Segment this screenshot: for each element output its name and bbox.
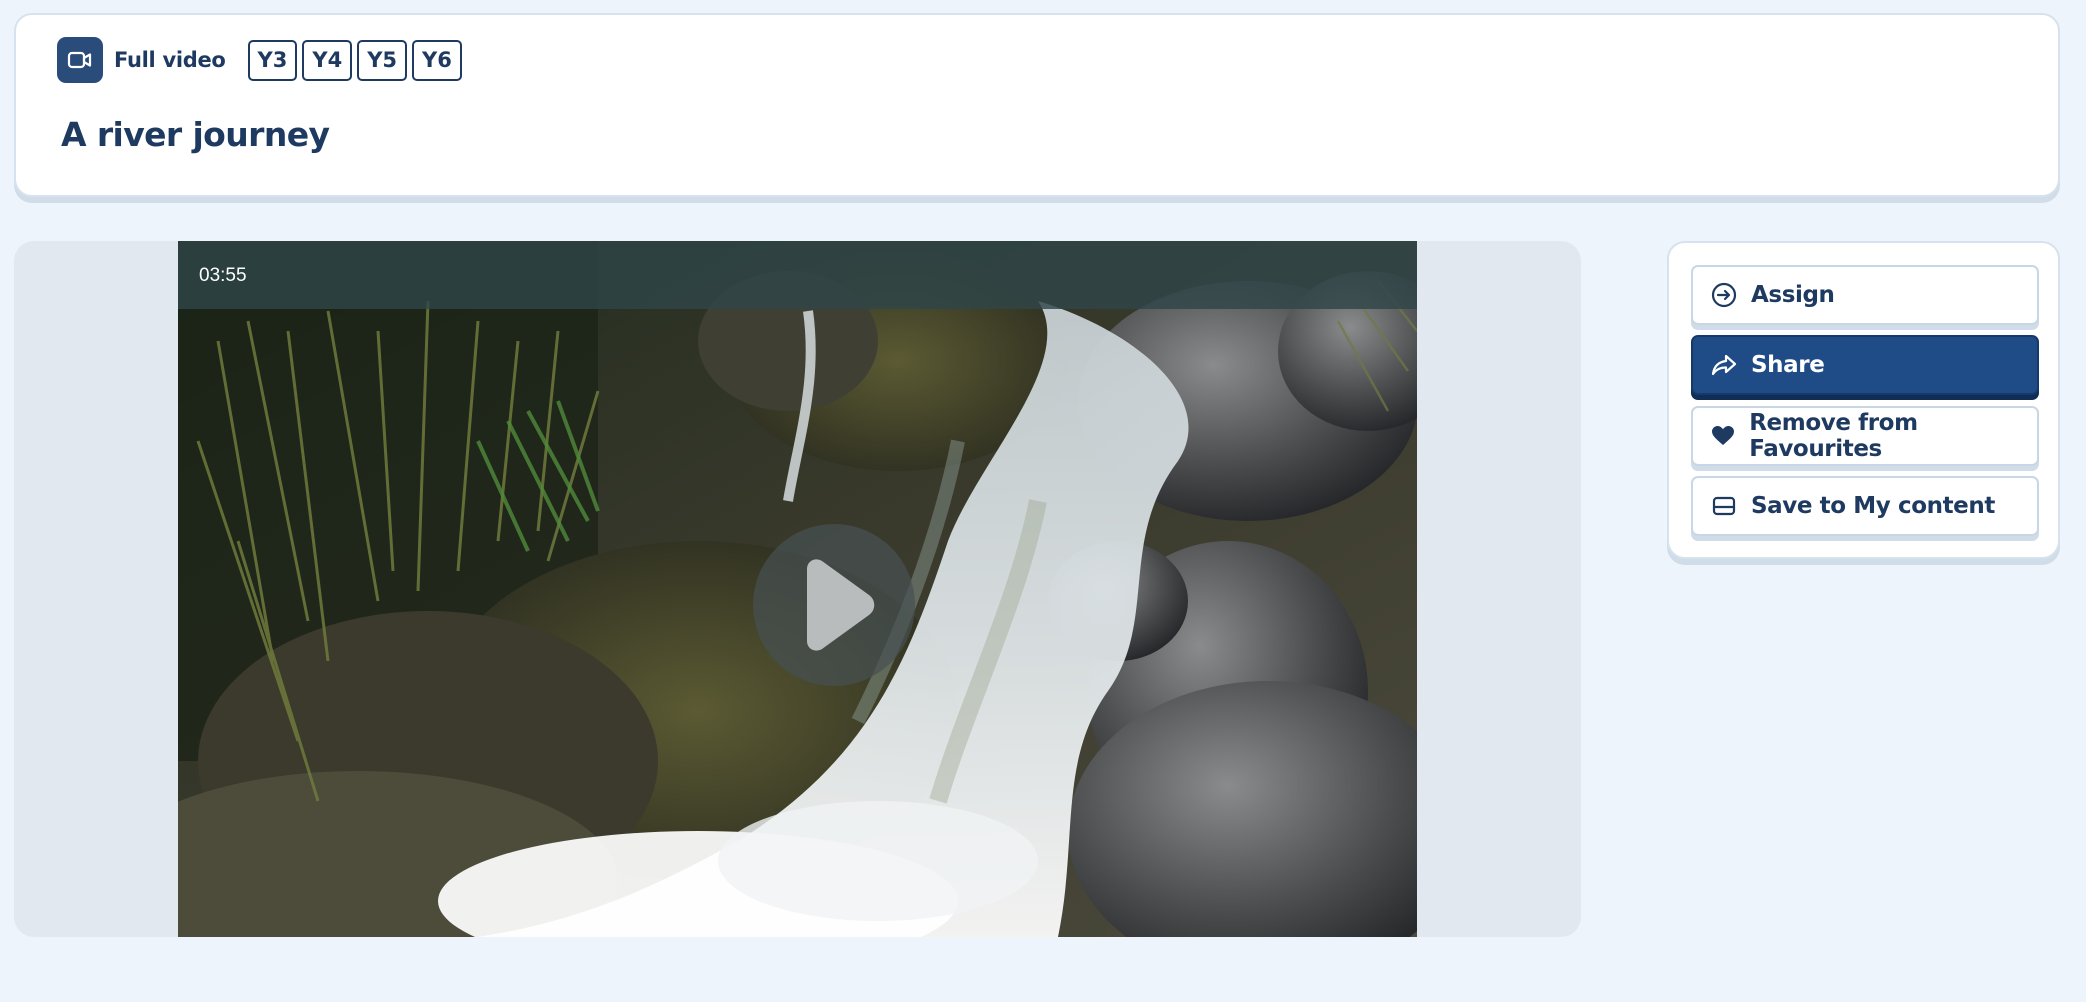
content-type-row: Full video Y3 Y4 Y5 Y6: [57, 37, 467, 83]
remove-from-favourites-label: Remove from Favourites: [1749, 410, 1918, 462]
page-title: A river journey: [61, 115, 330, 154]
video-duration: 03:55: [199, 265, 247, 286]
year-tag-y6[interactable]: Y6: [412, 39, 462, 81]
year-tag-y5[interactable]: Y5: [357, 39, 408, 81]
share-label: Share: [1751, 352, 1825, 378]
year-tag-y3[interactable]: Y3: [247, 39, 298, 81]
play-button[interactable]: [753, 524, 915, 686]
video-frame[interactable]: 03:55: [178, 241, 1417, 937]
assign-button[interactable]: Assign: [1691, 265, 2039, 325]
video-player-area: 03:55: [14, 241, 1581, 937]
video-topbar: 03:55: [178, 241, 1417, 309]
year-tag-y4[interactable]: Y4: [302, 39, 353, 81]
arrow-circle-right-icon: [1711, 282, 1737, 308]
video-camera-icon: [57, 37, 103, 83]
share-arrow-icon: [1711, 352, 1737, 378]
remove-from-favourites-button[interactable]: Remove from Favourites: [1691, 406, 2039, 466]
header-card: Full video Y3 Y4 Y5 Y6 A river journey: [14, 13, 2060, 197]
content-type-label: Full video: [114, 48, 226, 72]
share-button[interactable]: Share: [1691, 335, 2039, 395]
assign-label: Assign: [1751, 282, 1835, 308]
year-tags: Y3 Y4 Y5 Y6: [247, 39, 467, 81]
heart-icon: [1711, 423, 1735, 449]
save-to-my-content-label: Save to My content: [1751, 493, 1995, 519]
save-tray-icon: [1711, 493, 1737, 519]
actions-card: Assign Share Remove from Favourites Save…: [1667, 241, 2060, 559]
save-to-my-content-button[interactable]: Save to My content: [1691, 476, 2039, 536]
play-icon: [807, 559, 875, 651]
